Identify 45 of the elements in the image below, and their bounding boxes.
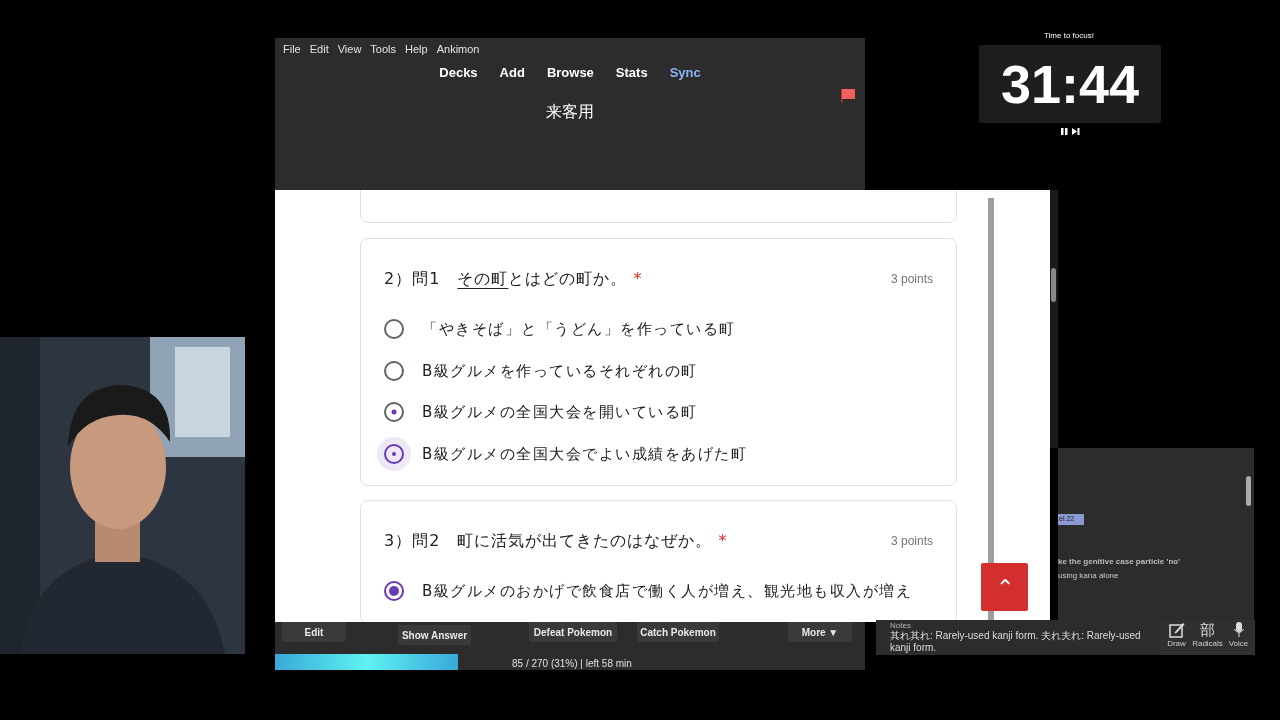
menu-item[interactable]: Help — [405, 41, 428, 58]
pencil-icon — [1168, 622, 1185, 638]
pause-icon — [1061, 128, 1069, 135]
action-button[interactable]: Edit — [282, 622, 346, 642]
scrollbar-thumb[interactable] — [1051, 268, 1056, 302]
notes-text: 其れ其れ: Rarely-used kanji form. 夫れ夫れ: Rarely-used kanji form. — [890, 630, 1142, 654]
nav-link[interactable]: Sync — [669, 62, 701, 82]
nav-link[interactable]: Add — [499, 62, 525, 82]
nav-link[interactable]: Browse — [546, 62, 594, 82]
tool-button[interactable]: Voice — [1225, 622, 1252, 655]
radical-glyph: 部 — [1200, 622, 1215, 638]
nav-link[interactable]: Decks — [439, 62, 478, 82]
timer-display: 31:44 — [979, 45, 1161, 123]
menu-item[interactable]: View — [337, 41, 362, 58]
option-label: B級グルメの全国大会でよい成績をあげた町 — [422, 443, 748, 465]
definition-text: using kana alone — [1058, 570, 1119, 582]
option-label: 「やきそば」と「うどん」を作っている町 — [422, 319, 736, 340]
nav-link[interactable]: Stats — [615, 62, 648, 82]
points-label: 3 points — [890, 271, 933, 288]
question-title: 2）問1 その町 とはどの町か。 * — [384, 268, 643, 290]
tool-button[interactable]: 部 Radicals — [1194, 622, 1221, 655]
menu-item[interactable]: Edit — [309, 41, 329, 58]
action-button[interactable]: Catch Pokemon — [637, 622, 719, 642]
action-button[interactable]: Defeat Pokemon — [529, 622, 617, 642]
option-label: B級グルメを作っているそれぞれの町 — [422, 360, 698, 382]
scroll-top-button[interactable]: ⌃ — [981, 563, 1028, 611]
definition-text: ke the genitive case particle 'no' — [1058, 556, 1181, 568]
scrollbar-thumb[interactable] — [1246, 476, 1251, 506]
radio-button[interactable] — [376, 435, 412, 472]
action-button[interactable]: Show Answer — [398, 625, 471, 645]
skip-icon — [1072, 128, 1080, 135]
points-label: 3 points — [890, 533, 933, 550]
deck-title: 来客用 — [545, 101, 595, 123]
timer-caption: Time to focus! — [1044, 30, 1094, 42]
microphone-icon — [1232, 622, 1245, 638]
action-button[interactable]: More ▼ — [788, 622, 852, 642]
notes-label: Notes — [890, 621, 911, 630]
progress-text: 85 / 270 (31%) | left 58 min — [512, 657, 632, 671]
tool-button[interactable]: Draw — [1163, 622, 1190, 655]
question-title: 3）問2 町に活気が出てきたのはなぜか。 * — [384, 530, 728, 552]
option-label: B級グルメの全国大会を開いている町 — [422, 402, 698, 423]
option-label: B級グルメのおかげで飲食店で働く人が増え、観光地も収入が増え — [422, 581, 913, 602]
menu-item[interactable]: Tools — [370, 41, 397, 58]
menu-item[interactable]: File — [283, 41, 301, 58]
menu-item[interactable]: Ankimon — [436, 41, 480, 58]
